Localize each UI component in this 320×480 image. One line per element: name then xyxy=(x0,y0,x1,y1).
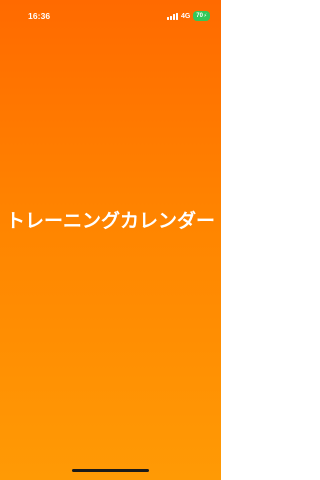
app-title: トレーニングカレンダー xyxy=(5,211,215,232)
status-bar: 16:36 4G 70 ⚡ xyxy=(0,0,221,32)
network-type: 4G xyxy=(180,12,191,20)
status-indicators: 4G 70 ⚡ xyxy=(166,11,210,21)
home-indicator[interactable] xyxy=(72,469,149,472)
battery-indicator: 70 ⚡ xyxy=(193,11,210,21)
signal-icon xyxy=(166,12,178,20)
battery-level: 70 xyxy=(196,13,203,19)
splash-screen: 16:36 4G 70 ⚡ トレーニングカレンダー xyxy=(0,0,221,480)
charging-bolt-icon: ⚡ xyxy=(203,13,207,19)
status-time: 16:36 xyxy=(28,11,51,21)
